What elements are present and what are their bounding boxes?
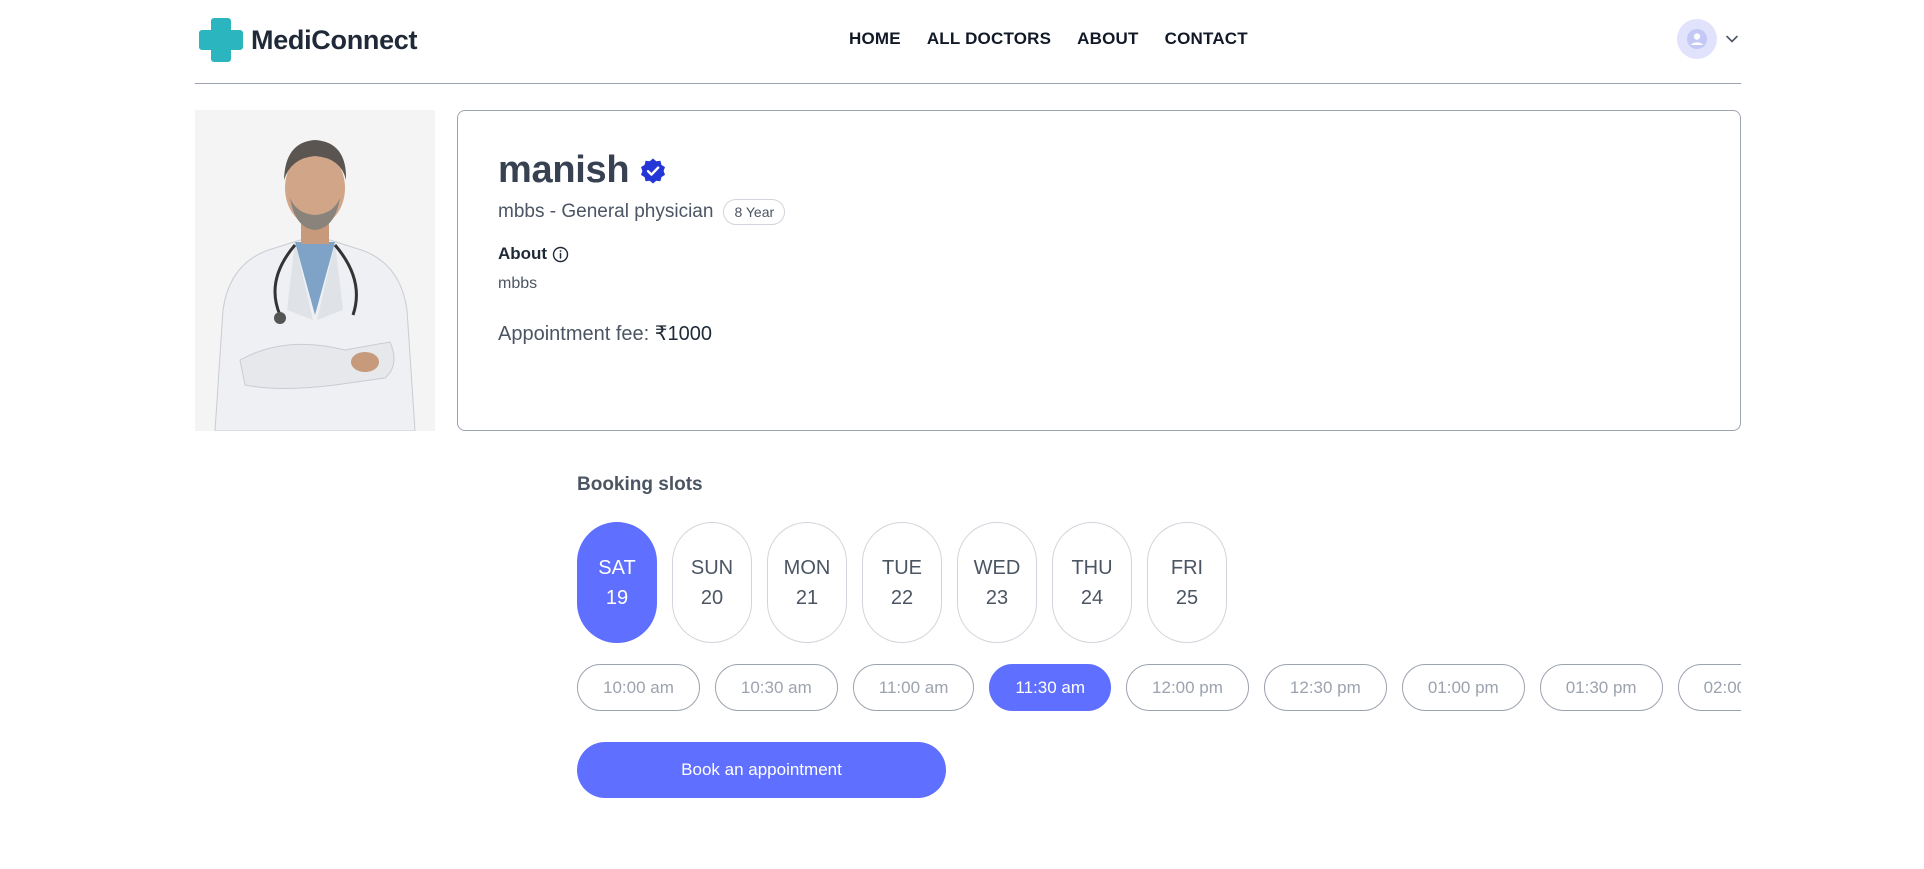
main-nav: HOME ALL DOCTORS ABOUT CONTACT [849,29,1248,49]
day-name: MON [783,556,831,579]
time-slot[interactable]: 11:30 am [989,664,1112,711]
day-slot-sat[interactable]: SAT 19 [577,522,657,643]
day-date: 23 [985,586,1009,609]
doctor-photo [195,110,435,431]
day-name: SAT [598,556,636,579]
day-name: THU [1071,556,1113,579]
time-slot[interactable]: 01:00 pm [1401,664,1525,711]
day-name: FRI [1170,556,1204,579]
day-date: 21 [795,586,819,609]
day-name: WED [973,556,1021,579]
day-date: 19 [605,586,629,609]
medical-cross-icon [199,18,243,62]
time-slots: 10:00 am 10:30 am 11:00 am 11:30 am 12:00 pm… [577,664,1741,711]
time-slot[interactable]: 02:00 pm [1677,664,1741,711]
day-date: 20 [700,586,724,609]
time-slot[interactable]: 12:30 pm [1263,664,1387,711]
day-slot-fri[interactable]: FRI 25 [1147,522,1227,643]
appointment-fee: Appointment fee: ₹1000 [498,321,712,346]
chevron-down-icon[interactable] [1723,30,1741,48]
day-slot-sun[interactable]: SUN 20 [672,522,752,643]
fee-value: ₹1000 [654,323,712,345]
day-slot-thu[interactable]: THU 24 [1052,522,1132,643]
day-slot-tue[interactable]: TUE 22 [862,522,942,643]
day-name: TUE [882,556,922,579]
fee-label: Appointment fee: [498,323,650,345]
about-text: mbbs [498,275,538,292]
time-slot[interactable]: 01:30 pm [1539,664,1663,711]
logo[interactable]: MediConnect [197,16,418,64]
time-slot[interactable]: 10:30 am [714,664,838,711]
day-slot-mon[interactable]: MON 21 [767,522,847,643]
about-title: About [498,244,548,263]
avatar[interactable] [1677,19,1717,59]
day-date: 25 [1175,586,1199,609]
doctor-name: manish [498,149,630,191]
info-icon [552,246,569,262]
user-menu[interactable] [1677,19,1741,59]
doctor-info-card: manish mbbs - General physician 8 Year A… [457,110,1741,431]
time-slot[interactable]: 11:00 am [852,664,975,711]
day-date: 22 [890,586,914,609]
experience-badge: 8 Year [723,199,786,225]
day-date: 24 [1080,586,1104,609]
doctor-subtitle: mbbs - General physician 8 Year [498,199,786,225]
booking-slots-title: Booking slots [577,474,703,495]
site-header: MediConnect HOME ALL DOCTORS ABOUT CONTA… [195,0,1741,84]
time-slots-scroller[interactable]: 10:00 am 10:30 am 11:00 am 11:30 am 12:00 pm… [577,664,1741,712]
nav-all-doctors[interactable]: ALL DOCTORS [927,29,1051,49]
nav-contact[interactable]: CONTACT [1165,29,1248,49]
day-name: SUN [690,556,734,579]
doctor-name-row: manish [498,149,667,192]
brand-name: MediConnect [251,24,418,55]
day-selector: SAT 19 SUN 20 MON 21 TUE 22 WED 23 THU 24 FRI 25 [577,522,1227,643]
day-slot-wed[interactable]: WED 23 [957,522,1037,643]
nav-about[interactable]: ABOUT [1077,29,1138,49]
nav-home[interactable]: HOME [849,29,901,49]
time-slot[interactable]: 12:00 pm [1126,664,1249,711]
degree-specialty: mbbs - General physician [498,201,714,222]
book-appointment-button[interactable]: Book an appointment [577,742,946,798]
verified-badge-icon [641,158,666,183]
time-slot[interactable]: 10:00 am [577,664,700,711]
user-icon [1687,29,1707,49]
about-heading: About [498,244,569,264]
